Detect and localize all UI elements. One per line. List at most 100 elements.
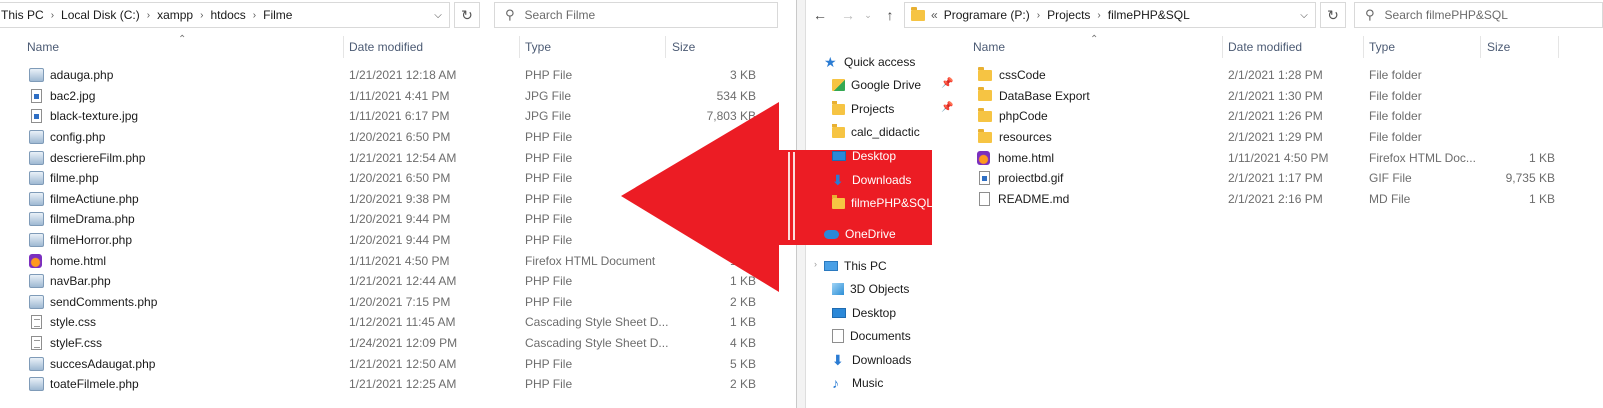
nav-item[interactable]: ♪ Music <box>832 372 883 394</box>
search-input[interactable]: ⚲ Search filmePHP&SQL <box>1354 2 1603 28</box>
nav-item[interactable]: Documents <box>832 325 911 347</box>
table-row[interactable]: filmeDrama.php 1/20/2021 9:44 PM PHP File 2… <box>0 209 796 230</box>
table-row[interactable]: DataBase Export 2/1/2021 1:30 PM File fold… <box>806 86 1603 107</box>
php-file-icon <box>29 150 44 165</box>
breadcrumb-separator-icon[interactable]: › <box>51 10 54 21</box>
cell-date: 1/20/2021 9:44 PM <box>349 233 451 248</box>
breadcrumb-separator-icon[interactable]: › <box>1037 10 1040 21</box>
breadcrumb-overflow[interactable]: « <box>931 8 938 22</box>
cell-size: 4 KB <box>729 336 756 351</box>
nav-item-label: 3D Objects <box>850 282 910 296</box>
table-row[interactable]: filme.php 1/20/2021 6:50 PM PHP File 2 KB <box>0 168 796 189</box>
table-row[interactable]: adauga.php 1/21/2021 12:18 AM PHP File 3 KB <box>0 65 796 86</box>
table-row[interactable]: sendComments.php 1/20/2021 7:15 PM PHP Fil… <box>0 292 796 313</box>
address-bar[interactable]: « Programare (P:) › Projects › filmePHP&SQL … <box>904 2 1316 28</box>
cell-type: PHP File <box>525 212 573 227</box>
breadcrumb-item[interactable]: Filme <box>263 8 292 22</box>
cell-date: 1/11/2021 4:50 PM <box>1228 150 1329 165</box>
column-header-date[interactable]: Date modified <box>349 36 423 58</box>
file-name: toateFilmele.php <box>50 377 139 392</box>
nav-item[interactable]: Desktop <box>832 302 896 324</box>
file-name: bac2.jpg <box>50 88 96 103</box>
php-file-icon <box>29 274 44 289</box>
refresh-icon[interactable]: ↻ <box>454 2 480 28</box>
file-name: filmeHorror.php <box>50 233 133 248</box>
breadcrumb-separator-icon[interactable]: › <box>200 10 203 21</box>
up-arrow-icon[interactable]: ↑ <box>880 5 900 25</box>
jpg-file-icon <box>31 88 42 103</box>
address-bar[interactable]: This PC › Local Disk (C:) › xampp › htdocs › Fil… <box>0 2 450 28</box>
cell-size: 1 KB <box>1528 150 1555 165</box>
search-input[interactable]: ⚲ Search Filme <box>494 2 778 28</box>
cell-name: DataBase Export <box>977 87 1090 103</box>
window-divider[interactable] <box>796 0 806 408</box>
cell-type: JPG File <box>525 109 572 124</box>
cell-size: 2 KB <box>729 233 756 248</box>
table-row[interactable]: home.html 1/11/2021 4:50 PM Firefox HTML D… <box>806 147 1603 168</box>
cell-date: 1/21/2021 12:25 AM <box>349 377 457 392</box>
breadcrumb-separator-icon[interactable]: › <box>253 10 256 21</box>
table-row[interactable]: phpCode 2/1/2021 1:26 PM File folder <box>806 106 1603 127</box>
cell-name: config.php <box>29 130 105 145</box>
table-row[interactable]: cssCode 2/1/2021 1:28 PM File folder <box>806 65 1603 86</box>
column-header-name[interactable]: Name <box>27 36 59 58</box>
breadcrumb-separator-icon[interactable]: › <box>147 10 150 21</box>
column-header-name[interactable]: Name <box>973 36 1005 58</box>
breadcrumb-item[interactable]: Projects <box>1047 8 1090 22</box>
cell-date: 1/12/2021 11:45 AM <box>349 315 456 330</box>
breadcrumb-item[interactable]: This PC <box>1 8 44 22</box>
nav-item[interactable]: This PC <box>824 255 887 277</box>
breadcrumb: Programare (P:) › Projects › filmePHP&SQL <box>944 8 1293 22</box>
table-row[interactable]: bac2.jpg 1/11/2021 4:41 PM JPG File 534 KB <box>0 86 796 107</box>
table-row[interactable]: config.php 1/20/2021 6:50 PM PHP File 1 KB <box>0 127 796 148</box>
column-header-size[interactable]: Size <box>672 36 695 58</box>
nav-item[interactable]: 3D Objects <box>832 278 909 300</box>
cell-type: Cascading Style Sheet D... <box>525 315 669 330</box>
table-row[interactable]: descriereFilm.php 1/21/2021 12:54 AM PHP F… <box>0 147 796 168</box>
cell-name: resources <box>977 128 1052 144</box>
table-row[interactable]: filmeHorror.php 1/20/2021 9:44 PM PHP File… <box>0 230 796 251</box>
sort-ascending-icon: ⌃ <box>178 33 187 45</box>
table-row[interactable]: styleF.css 1/24/2021 12:09 PM Cascading St… <box>0 333 796 354</box>
music-icon: ♪ <box>832 375 839 391</box>
chevron-down-icon[interactable]: ⌵ <box>1293 3 1315 27</box>
column-header-date[interactable]: Date modified <box>1228 36 1302 58</box>
forward-arrow-icon[interactable]: → <box>838 5 858 25</box>
table-row[interactable]: home.html 1/11/2021 4:50 PM Firefox HTML D… <box>0 250 796 271</box>
column-header-type[interactable]: Type <box>1369 36 1395 58</box>
back-arrow-icon[interactable]: ← <box>810 5 830 25</box>
breadcrumb-item[interactable]: Local Disk (C:) <box>61 8 140 22</box>
nav-item[interactable]: ⬇ Downloads <box>832 349 911 371</box>
cell-name: style.css <box>29 315 96 330</box>
table-row[interactable]: style.css 1/12/2021 11:45 AM Cascading Sty… <box>0 312 796 333</box>
column-header-size[interactable]: Size <box>1487 36 1510 58</box>
cell-type: JPG File <box>525 88 572 103</box>
cell-name: succesAdaugat.php <box>29 356 155 371</box>
file-name: adauga.php <box>50 68 114 83</box>
recent-locations-icon[interactable]: ⌄ <box>858 5 878 25</box>
breadcrumb-item[interactable]: Programare (P:) <box>944 8 1030 22</box>
php-file-icon <box>29 356 44 371</box>
table-row[interactable]: navBar.php 1/21/2021 12:44 AM PHP File 1 KB <box>0 271 796 292</box>
breadcrumb-item[interactable]: xampp <box>157 8 193 22</box>
table-row[interactable]: succesAdaugat.php 1/21/2021 12:50 AM PHP F… <box>0 353 796 374</box>
table-row[interactable]: black-texture.jpg 1/11/2021 6:17 PM JPG Fi… <box>0 106 796 127</box>
cell-type: Firefox HTML Doc... <box>1369 150 1476 165</box>
table-row[interactable]: resources 2/1/2021 1:29 PM File folder <box>806 127 1603 148</box>
breadcrumb-item[interactable]: htdocs <box>210 8 245 22</box>
cell-name: styleF.css <box>29 336 102 351</box>
chevron-down-icon[interactable]: ⌵ <box>427 3 449 27</box>
table-row[interactable]: toateFilmele.php 1/21/2021 12:25 AM PHP Fi… <box>0 374 796 395</box>
nav-item[interactable]: OneDrive <box>824 223 896 245</box>
folder-file-icon <box>978 128 992 143</box>
table-row[interactable]: proiectbd.gif 2/1/2021 1:17 PM GIF File 9,7… <box>806 168 1603 189</box>
cell-date: 1/11/2021 6:17 PM <box>349 109 450 124</box>
table-row[interactable]: filmeActiune.php 1/20/2021 9:38 PM PHP Fil… <box>0 189 796 210</box>
breadcrumb-item[interactable]: filmePHP&SQL <box>1108 8 1190 22</box>
column-header-type[interactable]: Type <box>525 36 551 58</box>
breadcrumb-separator-icon[interactable]: › <box>1097 10 1100 21</box>
docs-icon <box>832 329 844 343</box>
file-name: cssCode <box>999 68 1046 83</box>
chevron-right-icon[interactable]: › <box>814 259 817 269</box>
refresh-icon[interactable]: ↻ <box>1320 2 1346 28</box>
